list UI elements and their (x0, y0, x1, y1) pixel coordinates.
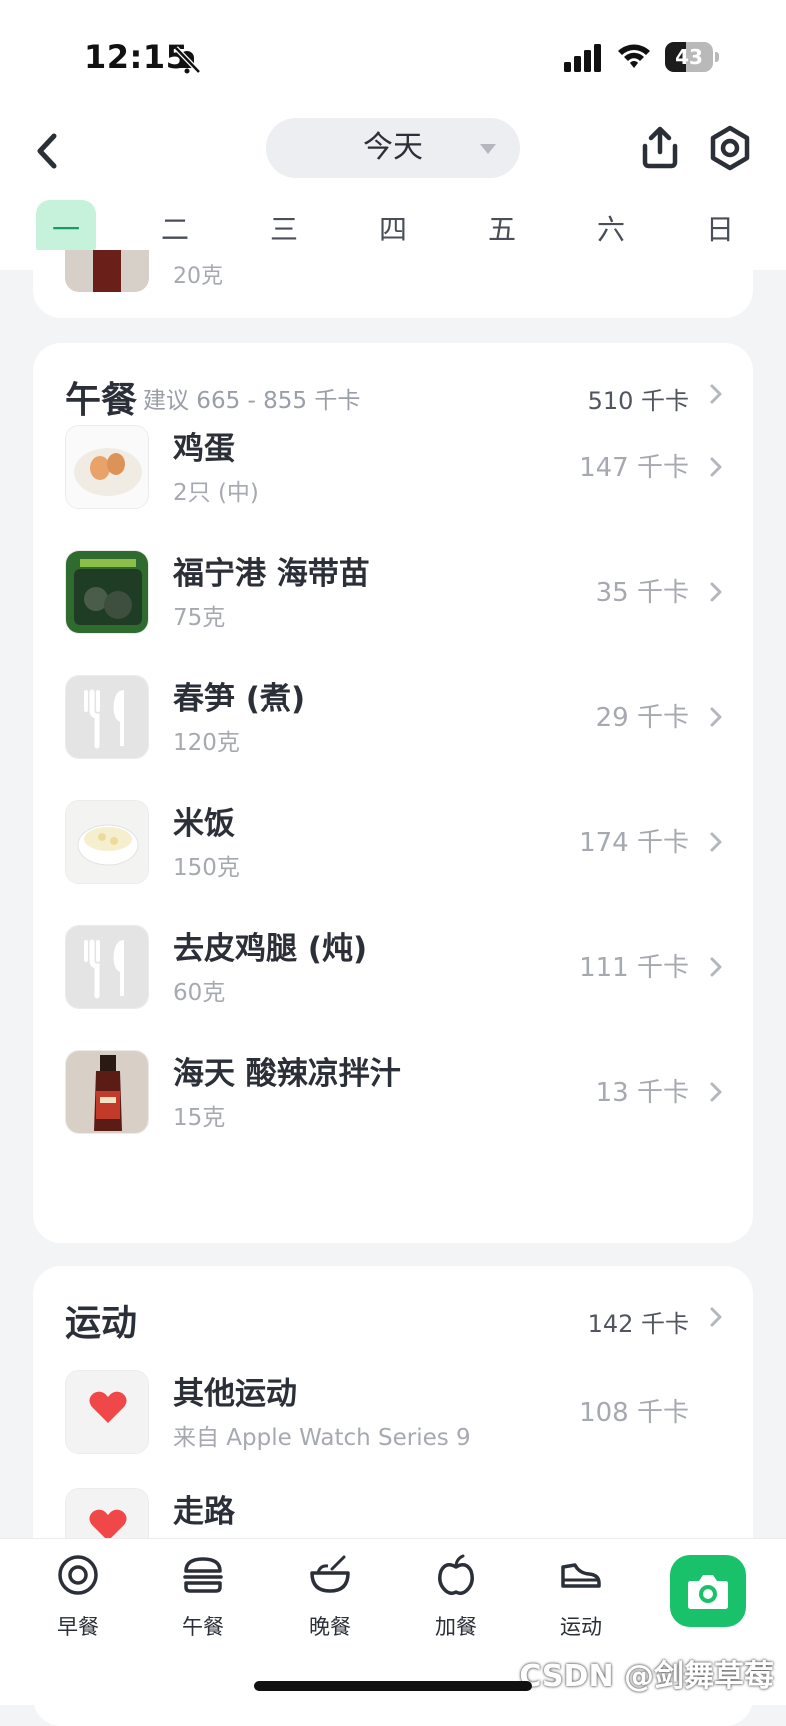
tab-exercise[interactable]: 运动 (541, 1553, 621, 1653)
caret-down-icon (480, 144, 496, 154)
top-header: 今天 一二三四五六日 (0, 110, 786, 270)
utensils-placeholder (65, 675, 149, 759)
item-calories: 13 千卡 (595, 1078, 689, 1108)
item-quantity: 150克 (173, 855, 240, 881)
battery-percent: 43 (675, 45, 703, 69)
sauce-bottle-thumbnail (65, 250, 149, 292)
food-row[interactable]: 去皮鸡腿 (炖) 60克 111 千卡 (33, 911, 753, 1021)
item-name: 鸡蛋 (173, 431, 235, 467)
heart-icon (65, 1370, 149, 1454)
tab-lunch[interactable]: 午餐 (163, 1553, 243, 1653)
chevron-right-icon (710, 1082, 722, 1102)
item-quantity: 120克 (173, 730, 240, 756)
settings-icon[interactable] (706, 124, 754, 172)
item-quantity: 60克 (173, 980, 226, 1006)
bell-slash-icon (174, 46, 201, 74)
item-calories: 35 千卡 (595, 578, 689, 608)
lunch-recommendation: 建议 665 - 855 千卡 (143, 388, 361, 414)
food-row[interactable]: 海天 酸辣凉拌汁 15克 13 千卡 (33, 1036, 753, 1146)
tab-label: 运动 (560, 1615, 602, 1639)
burger-icon (183, 1557, 223, 1593)
sneaker-icon (561, 1563, 601, 1588)
cellular-signal-icon (564, 44, 601, 72)
share-icon[interactable] (636, 124, 684, 172)
item-quantity: 2只 (中) (173, 480, 259, 506)
tab-breakfast[interactable]: 早餐 (38, 1553, 118, 1653)
item-quantity: 15克 (173, 1105, 226, 1131)
item-name: 春笋 (煮) (173, 681, 306, 717)
back-arrow-icon[interactable] (30, 126, 70, 176)
item-calories: 108 千卡 (579, 1398, 689, 1428)
exercise-title: 运动 (65, 1303, 138, 1344)
lunch-card: 午餐 建议 665 - 855 千卡 510 千卡 鸡蛋 2只 (中) 147 千卡… (33, 343, 753, 1243)
sauce-bottle-thumbnail (65, 1050, 149, 1134)
chevron-right-icon (710, 457, 722, 477)
tab-snack[interactable]: 加餐 (416, 1553, 496, 1653)
bottom-tab-bar: 早餐 午餐 晚餐 加餐 运动 CSDN @剑舞草莓 (0, 1538, 786, 1705)
item-quantity: 75克 (173, 605, 226, 631)
food-row[interactable]: 春笋 (煮) 120克 29 千卡 (33, 661, 753, 771)
breakfast-icon (58, 1555, 98, 1595)
food-row[interactable]: 鸡蛋 2只 (中) 147 千卡 (33, 411, 753, 521)
item-calories: 174 千卡 (579, 828, 689, 858)
item-name: 海天 酸辣凉拌汁 (173, 1056, 401, 1092)
item-calories: 111 千卡 (579, 953, 689, 983)
tab-dinner[interactable]: 晚餐 (290, 1553, 370, 1653)
breakfast-card-bottom: 20克 (33, 250, 753, 318)
battery-indicator: 43 (665, 42, 719, 72)
food-row[interactable]: 其他运动来自 Apple Watch Series 9 108 千卡 (33, 1356, 753, 1466)
item-calories: 29 千卡 (595, 703, 689, 733)
chevron-right-icon (710, 957, 722, 977)
date-selector[interactable]: 今天 (266, 118, 520, 178)
chevron-right-icon (710, 384, 722, 404)
home-indicator (254, 1681, 532, 1691)
chevron-right-icon (710, 1307, 722, 1327)
wifi-icon (618, 44, 650, 68)
tab-label: 午餐 (182, 1615, 224, 1639)
eggs-thumbnail (65, 425, 149, 509)
bowl-icon (310, 1555, 350, 1593)
tab-label: 晚餐 (309, 1615, 351, 1639)
item-name: 走路 (173, 1494, 235, 1530)
chevron-right-icon (710, 832, 722, 852)
chevron-right-icon (710, 582, 722, 602)
food-row[interactable]: 福宁港 海带苗 75克 35 千卡 (33, 536, 753, 646)
item-calories: 147 千卡 (579, 453, 689, 483)
camera-button[interactable] (670, 1555, 746, 1627)
previous-item-qty: 20克 (173, 264, 223, 289)
status-bar: 12:15 43 (0, 0, 786, 110)
chevron-right-icon (710, 707, 722, 727)
item-name: 米饭 (173, 806, 235, 842)
item-name: 去皮鸡腿 (炖) (173, 931, 368, 967)
apple-icon (438, 1554, 474, 1596)
food-row[interactable]: 米饭 150克 174 千卡 (33, 786, 753, 896)
item-name: 福宁港 海带苗 (173, 556, 370, 592)
item-quantity: 来自 Apple Watch Series 9 (173, 1425, 471, 1451)
item-name: 其他运动 (173, 1376, 297, 1412)
camera-icon (688, 1575, 728, 1609)
tab-label: 早餐 (57, 1615, 99, 1639)
utensils-placeholder (65, 925, 149, 1009)
exercise-total[interactable]: 142 千卡 (588, 1304, 689, 1339)
rice-bowl-thumbnail (65, 800, 149, 884)
tab-label: 加餐 (435, 1615, 477, 1639)
watermark: CSDN @剑舞草莓 (519, 1659, 774, 1694)
seaweed-package-thumbnail (65, 550, 149, 634)
